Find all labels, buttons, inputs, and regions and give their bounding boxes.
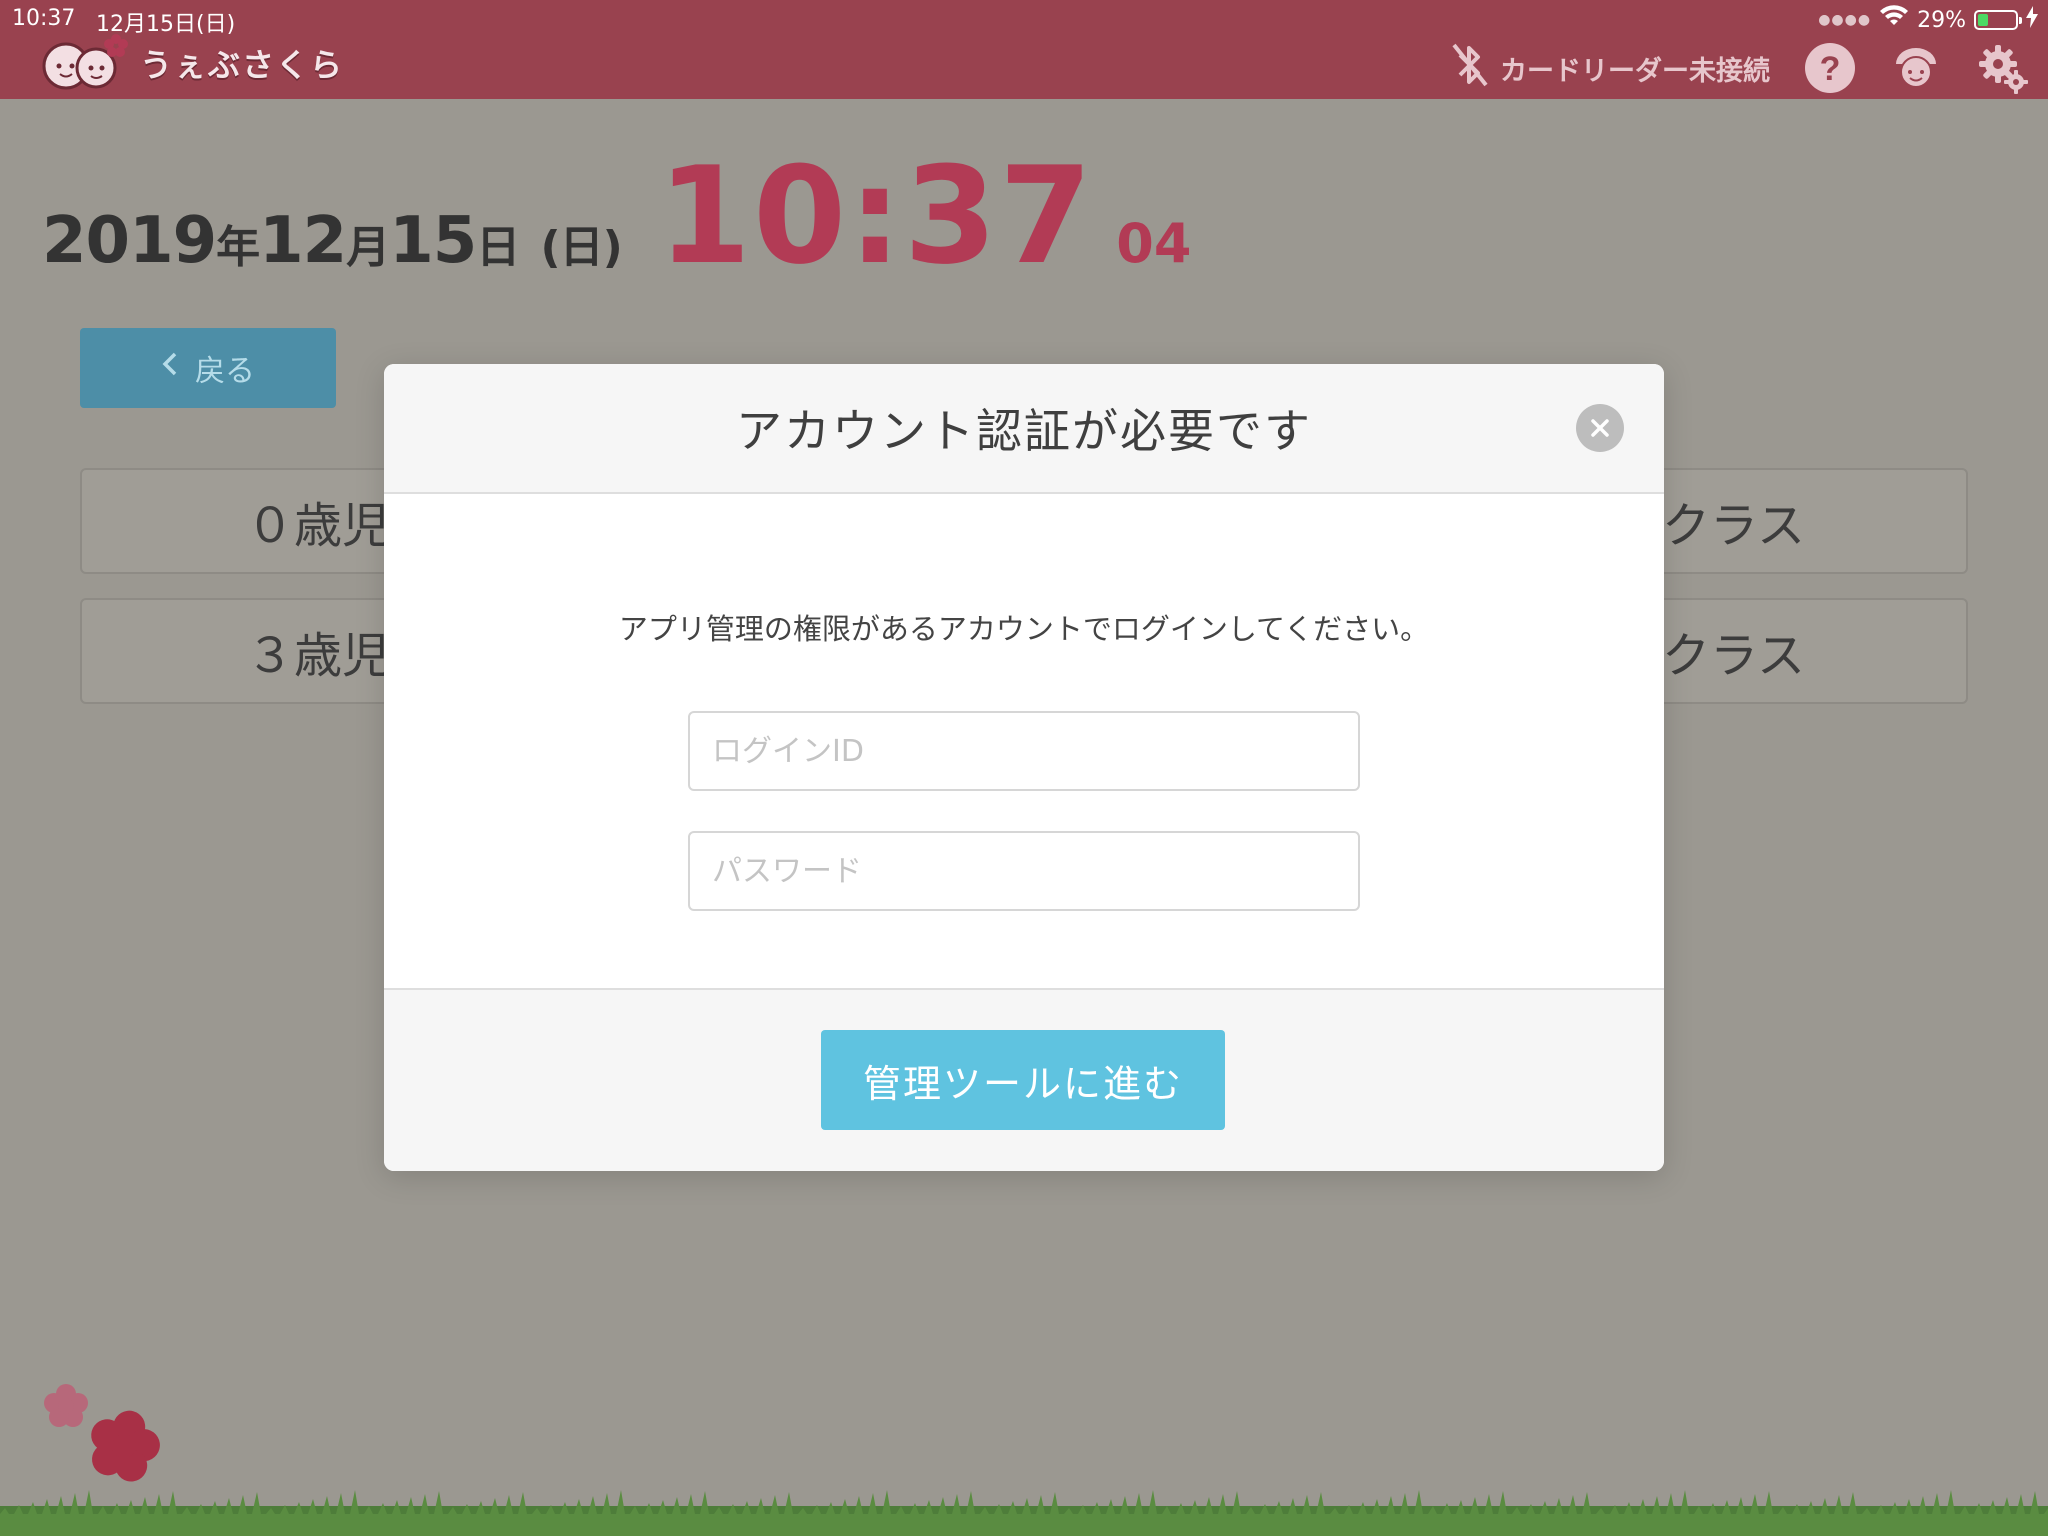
date-time-display: 2019年12月15日 (日) 10:37 04: [42, 138, 1191, 294]
back-button[interactable]: 戻る: [80, 328, 336, 408]
dialog-footer: 管理ツールに進む: [384, 988, 1664, 1171]
back-button-label: 戻る: [195, 355, 255, 388]
password-input[interactable]: [688, 831, 1360, 911]
svg-text:?: ?: [1820, 50, 1841, 88]
class-button-label: クラス: [1662, 628, 1806, 684]
date-year: 2019: [42, 204, 217, 278]
app-logo: うぇぶさくら: [40, 30, 344, 96]
close-icon: [1591, 419, 1609, 437]
dialog-title: アカウント認証が必要です: [736, 404, 1312, 458]
settings-icon[interactable]: [1976, 42, 2028, 94]
charging-icon: [2026, 6, 2038, 34]
dialog-body: アプリ管理の権限があるアカウントでログインしてください。: [384, 494, 1664, 990]
teacher-icon[interactable]: [1890, 42, 1942, 94]
class-button-label: ０歳児: [246, 498, 391, 554]
sakura-decoration-icon: [44, 1384, 160, 1482]
battery-percent: 29%: [1917, 7, 1966, 33]
battery-level: [1978, 14, 1989, 26]
signal-dots-icon: ●●●●: [1818, 12, 1872, 28]
dialog-header: アカウント認証が必要です: [384, 364, 1664, 494]
grass-decoration: [0, 1490, 2048, 1536]
current-clock: 10:37: [657, 138, 1095, 294]
date-month: 12: [259, 204, 347, 278]
date-day: 15: [389, 204, 477, 278]
login-id-input[interactable]: [688, 711, 1360, 791]
class-button-label: クラス: [1662, 498, 1806, 554]
proceed-to-admin-button[interactable]: 管理ツールに進む: [821, 1030, 1225, 1130]
chevron-left-icon: [161, 351, 179, 385]
card-reader-status[interactable]: カードリーダー未接続: [1450, 41, 1770, 96]
current-seconds: 04: [1116, 212, 1192, 275]
dialog-message: アプリ管理の権限があるアカウントでログインしてください。: [618, 612, 1430, 646]
wifi-icon: [1879, 5, 1909, 35]
logo-mascot-icon: [40, 32, 130, 94]
header-actions: カードリーダー未接続 ?: [1450, 38, 2028, 98]
date-year-suffix: 年: [216, 222, 260, 273]
current-date: 2019年12月15日 (日): [42, 204, 623, 278]
help-icon[interactable]: ?: [1804, 42, 1856, 94]
bluetooth-off-icon: [1450, 41, 1490, 96]
date-weekday: (日): [540, 222, 623, 273]
date-month-suffix: 月: [346, 222, 390, 273]
status-indicators: ●●●● 29%: [1818, 5, 2038, 35]
card-reader-label: カードリーダー未接続: [1500, 55, 1770, 87]
status-time: 10:37: [12, 6, 76, 31]
battery-icon: [1974, 10, 2022, 30]
class-button-label: ３歳児: [246, 628, 391, 684]
date-day-suffix: 日: [476, 222, 520, 273]
account-auth-dialog: アカウント認証が必要です アプリ管理の権限があるアカウントでログインしてください…: [384, 364, 1664, 1171]
close-button[interactable]: [1576, 404, 1624, 452]
top-bar: 10:37 12月15日(日) ●●●● 29% うぇぶさくら カードリーダー未…: [0, 0, 2048, 99]
app-name: うぇぶさくら: [140, 46, 345, 84]
